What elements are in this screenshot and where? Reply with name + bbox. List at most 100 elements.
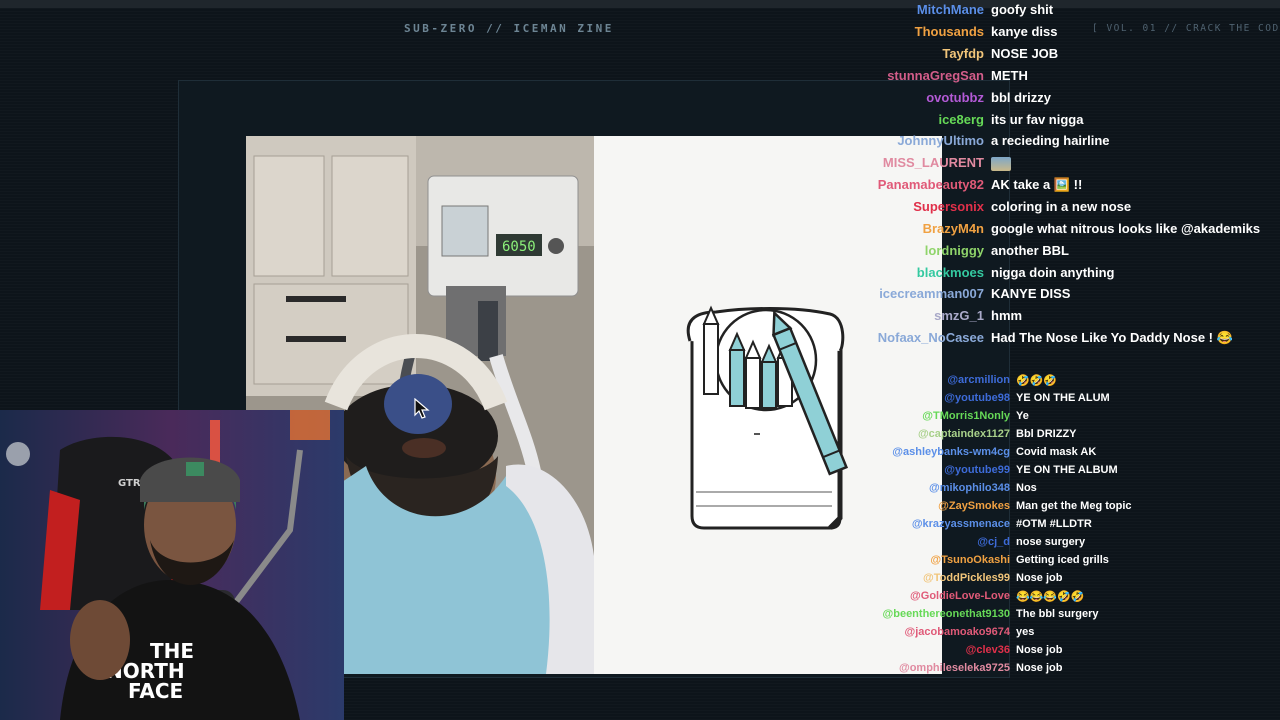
- chat-text: 🤣🤣🤣: [1016, 375, 1058, 387]
- chat-message: MISS_LAURENT: [760, 155, 1280, 177]
- chat-message: @ToddPickles99 Nose job: [860, 572, 1280, 590]
- chat-text: Nose job: [1016, 662, 1063, 674]
- chat-username: ovotubbz: [926, 90, 984, 105]
- chat-text: goofy shit: [991, 2, 1054, 17]
- chat-text: google what nitrous looks like @akademik…: [991, 221, 1261, 236]
- chat-message: @GoldieLove-Love 😂😂😂🤣🤣: [860, 590, 1280, 608]
- chat-message: Panamabeauty82 AK take a 🖼️ !!: [760, 177, 1280, 199]
- chat-username: BrazyM4n: [922, 221, 984, 236]
- chat-text: nose surgery: [1016, 536, 1086, 548]
- chat-message: Tayfdp NOSE JOB: [760, 46, 1280, 68]
- chat-username: @captaindex1127: [917, 428, 1010, 440]
- chat-message: @arcmillion 🤣🤣🤣: [860, 374, 1280, 392]
- chat-username: @TsunoOkashi: [930, 554, 1010, 566]
- chat-text: Ye: [1016, 410, 1029, 422]
- chat-username: Panamabeauty82: [877, 177, 984, 192]
- chat-text: Nose job: [1016, 644, 1063, 656]
- chat-message: @krazyassmenace #OTM #LLDTR: [860, 518, 1280, 536]
- chat-username: @ToddPickles99: [923, 572, 1010, 584]
- chat-username: smzG_1: [934, 308, 984, 323]
- chat-message: @beenthereonethat9130 The bbl surgery: [860, 608, 1280, 626]
- chat-message: stunnaGregSan METH: [760, 68, 1280, 90]
- chat-message: Supersonix coloring in a new nose: [760, 199, 1280, 221]
- chat-message: @clev36 Nose job: [860, 644, 1280, 662]
- chat-text: yes: [1016, 626, 1035, 638]
- chat-text: 😂😂😂🤣🤣: [1016, 591, 1085, 603]
- chat-text: kanye diss: [991, 24, 1058, 39]
- chat-message: @jacobamoako9674 yes: [860, 626, 1280, 644]
- chat-message: @TMorris1Nonly Ye: [860, 410, 1280, 428]
- chat-text: Nose job: [1016, 572, 1063, 584]
- chat-username: Supersonix: [913, 199, 984, 214]
- chat-message: Thousands kanye diss: [760, 24, 1280, 46]
- chat-username: ice8erg: [938, 112, 984, 127]
- chat-text: a recieding hairline: [991, 133, 1110, 148]
- chat-username: @omphileseleka9725: [898, 662, 1010, 674]
- image-emote-icon: [991, 156, 1011, 171]
- chat-text: [991, 155, 1011, 171]
- chat-username: icecreamman007: [879, 286, 984, 301]
- machine-display: 6050: [502, 239, 536, 255]
- chat-message: ice8erg its ur fav nigga: [760, 112, 1280, 134]
- chat-username: @beenthereonethat9130: [882, 608, 1011, 620]
- chat-message: @omphileseleka9725 Nose job: [860, 662, 1280, 680]
- chat-message: @cj_d nose surgery: [860, 536, 1280, 554]
- chat-message: @captaindex1127 Bbl DRIZZY: [860, 428, 1280, 446]
- chat-username: lordniggy: [924, 243, 984, 258]
- chat-username: @clev36: [965, 644, 1010, 656]
- chat-username: @ZaySmokes: [938, 500, 1010, 512]
- chat-username: blackmoes: [916, 265, 984, 280]
- streamer-webcam: GTR◇CII THE NORTH FACE: [0, 410, 344, 720]
- chat-username: @youtube99: [944, 464, 1010, 476]
- chat-message: Nofaax_NoCasee Had The Nose Like Yo Dadd…: [760, 330, 1280, 352]
- chat-text: The bbl surgery: [1016, 608, 1099, 620]
- chat-username: Tayfdp: [942, 46, 984, 61]
- chat-text: Had The Nose Like Yo Daddy Nose ! 😂: [991, 330, 1233, 345]
- chat-username: Nofaax_NoCasee: [877, 330, 984, 345]
- chat-text: Bbl DRIZZY: [1016, 428, 1077, 440]
- chat-text: YE ON THE ALUM: [1016, 392, 1110, 404]
- chat-text: its ur fav nigga: [991, 112, 1084, 127]
- chat-text: KANYE DISS: [991, 286, 1071, 301]
- chat-message: @ashleybanks-wm4cg Covid mask AK: [860, 446, 1280, 464]
- chat-text: nigga doin anything: [991, 265, 1115, 280]
- chat-text: coloring in a new nose: [991, 199, 1132, 214]
- chat-username: Thousands: [914, 24, 984, 39]
- chat-username: @cj_d: [977, 536, 1010, 548]
- chat-message: @youtube99 YE ON THE ALBUM: [860, 464, 1280, 482]
- chat-text: Nos: [1016, 482, 1037, 494]
- shirt-text-3: FACE: [128, 679, 183, 703]
- chat-text: Covid mask AK: [1016, 446, 1097, 458]
- chat-username: MISS_LAURENT: [882, 155, 984, 170]
- chat-message: lordniggy another BBL: [760, 243, 1280, 265]
- chat-overlay-youtube: @arcmillion 🤣🤣🤣 @youtube98 YE ON THE ALU…: [860, 372, 1280, 674]
- mouse-cursor-icon: [414, 397, 430, 425]
- zine-title: SUB-ZERO // ICEMAN ZINE: [404, 22, 614, 35]
- chat-username: @krazyassmenace: [911, 518, 1010, 530]
- chat-username: @GoldieLove-Love: [910, 590, 1010, 602]
- chat-text: another BBL: [991, 243, 1069, 258]
- chat-username: MitchMane: [916, 2, 984, 17]
- chat-message: @TsunoOkashi Getting iced grills: [860, 554, 1280, 572]
- chat-message: MitchMane goofy shit: [760, 2, 1280, 24]
- chat-message: @ZaySmokes Man get the Meg topic: [860, 500, 1280, 518]
- chat-message: JohnnyUltimo a recieding hairline: [760, 133, 1280, 155]
- chat-username: @youtube98: [944, 392, 1010, 404]
- chat-text: #OTM #LLDTR: [1016, 518, 1092, 530]
- chat-username: stunnaGregSan: [887, 68, 984, 83]
- chat-text: bbl drizzy: [991, 90, 1051, 105]
- chat-username: @jacobamoako9674: [904, 626, 1011, 638]
- chat-username: @mikophilo348: [928, 482, 1010, 494]
- chat-text: Getting iced grills: [1016, 554, 1109, 566]
- chat-message: @mikophilo348 Nos: [860, 482, 1280, 500]
- chat-overlay-twitch: MitchMane goofy shit Thousands kanye dis…: [760, 0, 1280, 350]
- chat-username: @TMorris1Nonly: [922, 410, 1010, 422]
- chat-text: NOSE JOB: [991, 46, 1059, 61]
- chat-text: YE ON THE ALBUM: [1016, 464, 1118, 476]
- chat-text: AK take a 🖼️ !!: [991, 177, 1083, 192]
- chat-text: Man get the Meg topic: [1016, 500, 1132, 512]
- chat-username: @ashleybanks-wm4cg: [892, 446, 1010, 458]
- chat-message: icecreamman007 KANYE DISS: [760, 286, 1280, 308]
- chat-message: blackmoes nigga doin anything: [760, 265, 1280, 287]
- chat-message: ovotubbz bbl drizzy: [760, 90, 1280, 112]
